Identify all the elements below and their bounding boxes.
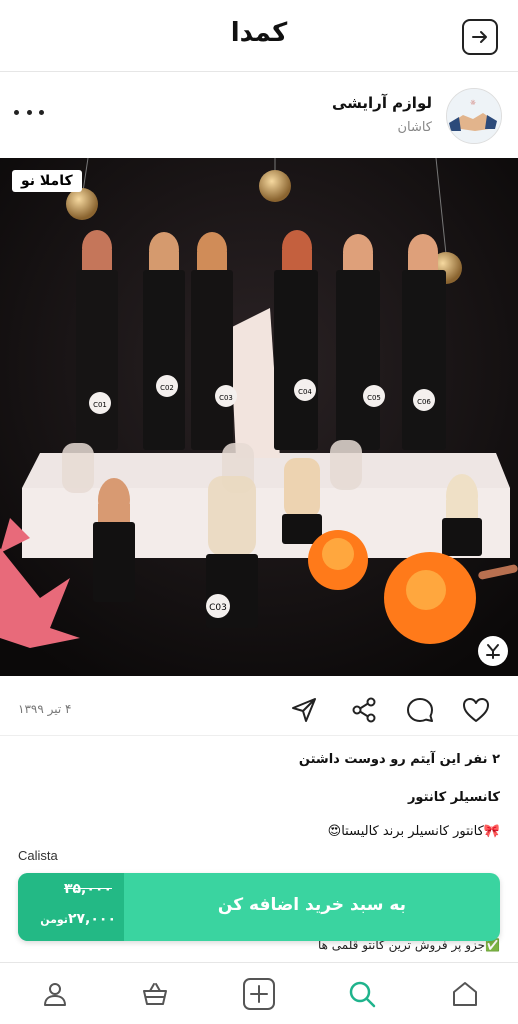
condition-badge: کاملا نو: [12, 170, 82, 192]
nav-profile[interactable]: [38, 977, 72, 1011]
shop-name[interactable]: لوازم آرایشی: [332, 94, 432, 112]
price-box: ۳۵,۰۰۰ ۲۷,۰۰۰تومن: [18, 873, 124, 941]
comment-button[interactable]: [404, 694, 436, 726]
top-bar: کمدا: [0, 0, 518, 72]
product-title: کانسیلر کانتور: [407, 790, 500, 805]
new-price: ۲۷,۰۰۰تومن: [40, 911, 116, 927]
product-image[interactable]: C01 C02 C03 C04 C05 C06 C03 کاملا نو: [0, 158, 518, 676]
product-description: 🎀کانتور کانسیلر برند کالیستا😍: [327, 824, 500, 839]
search-icon: [349, 981, 376, 1008]
svg-text:C03: C03: [209, 603, 227, 613]
home-icon: [453, 982, 477, 1006]
profile-icon: [44, 983, 66, 1006]
svg-text:C04: C04: [298, 388, 312, 396]
brand-name: Calista: [18, 848, 58, 863]
currency-label: تومن: [40, 913, 68, 926]
nav-add[interactable]: [242, 977, 276, 1011]
new-price-value: ۲۷,۰۰۰: [67, 911, 116, 927]
basket-icon: [143, 983, 167, 1005]
old-price: ۳۵,۰۰۰: [63, 881, 112, 897]
like-button[interactable]: [460, 694, 492, 726]
svg-text:C03: C03: [219, 394, 233, 402]
handshake-icon: ☼: [447, 89, 501, 143]
brand-watermark-icon: [478, 636, 508, 666]
nav-home[interactable]: [448, 977, 482, 1011]
add-icon: [243, 978, 275, 1010]
send-icon: [292, 698, 316, 722]
more-options-button[interactable]: [14, 102, 44, 122]
bottom-nav: [0, 962, 518, 1024]
svg-text:☼: ☼: [470, 99, 476, 107]
add-to-cart-label: به سبد خرید اضافه کن: [217, 895, 407, 915]
comment-icon: [407, 698, 433, 722]
nav-basket[interactable]: [138, 977, 172, 1011]
svg-text:C01: C01: [93, 401, 107, 409]
dot-icon: [26, 109, 32, 115]
product-photo: C01 C02 C03 C04 C05 C06 C03: [0, 158, 518, 676]
send-button[interactable]: [288, 694, 320, 726]
post-actions: ۴ تیر ۱۳۹۹: [0, 686, 518, 736]
shop-avatar[interactable]: ☼: [446, 88, 502, 144]
arrow-right-icon: [472, 31, 487, 43]
svg-text:C06: C06: [417, 398, 431, 406]
post-header: ☼ لوازم آرایشی کاشان: [0, 72, 518, 158]
dot-icon: [14, 109, 19, 115]
dot-icon: [39, 109, 44, 115]
share-button[interactable]: [348, 694, 380, 726]
svg-text:C05: C05: [367, 394, 381, 402]
nav-search[interactable]: [345, 977, 379, 1011]
share-icon: [352, 697, 376, 723]
app-title: کمدا: [230, 18, 288, 48]
add-to-cart-button[interactable]: ۳۵,۰۰۰ ۲۷,۰۰۰تومن به سبد خرید اضافه کن: [18, 873, 500, 941]
shop-city: کاشان: [397, 120, 432, 135]
heart-icon: [463, 698, 489, 722]
svg-text:C02: C02: [160, 384, 174, 392]
likes-count[interactable]: ۲ نفر این آیتم رو دوست داشتن: [299, 752, 500, 767]
back-button[interactable]: [462, 19, 498, 55]
post-date: ۴ تیر ۱۳۹۹: [18, 702, 72, 716]
